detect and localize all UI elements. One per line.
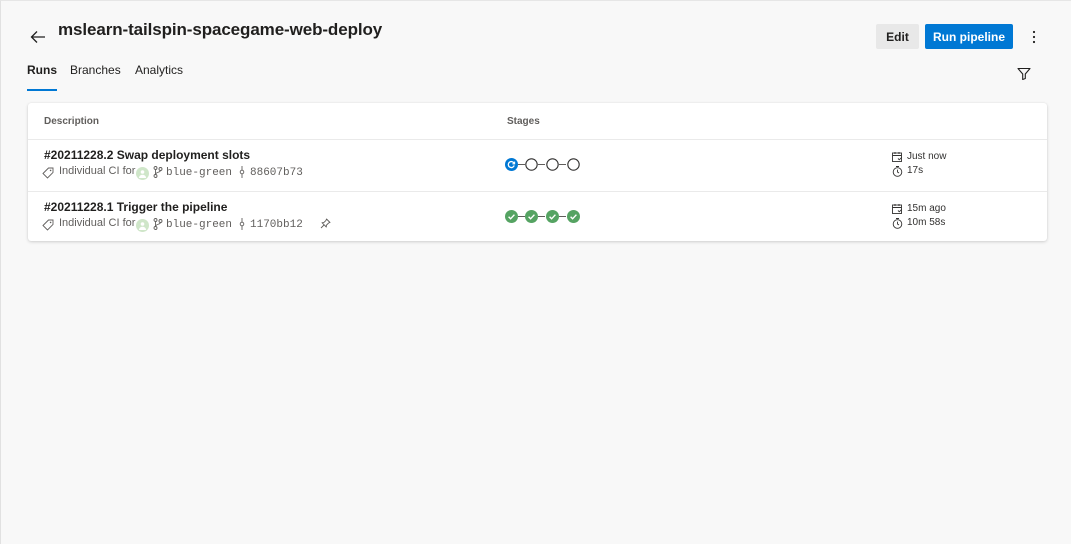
commit-icon [239,218,245,230]
back-button[interactable] [27,26,49,48]
commit-id[interactable]: 88607b73 [250,167,303,179]
page-title: mslearn-tailspin-spacegame-web-deploy [58,20,383,39]
stage-pending-icon[interactable] [525,158,538,171]
filter-button[interactable] [1015,64,1033,82]
queued-time: Just now [907,151,947,162]
branch-icon [153,166,163,178]
stage-succeeded-icon[interactable] [546,210,559,223]
tag-icon [42,219,54,231]
edit-button[interactable]: Edit [876,24,919,49]
stages-indicator[interactable] [505,158,595,172]
run-duration: 17s [907,165,924,176]
user-icon [139,222,146,230]
pin-icon[interactable] [320,218,331,229]
run-timing: Just now 17s [892,150,1042,178]
commit-id[interactable]: 1170bb12 [250,219,303,231]
stage-succeeded-icon[interactable] [567,210,580,223]
stage-connector [559,216,566,217]
run-duration: 10m 58s [907,217,946,228]
branch-icon [153,218,163,230]
stage-connector [518,164,525,165]
commit-icon [239,166,245,178]
clock-icon [892,166,903,177]
clock-icon [892,218,903,229]
stage-connector [538,164,545,165]
runs-table: Description Stages #20211228.2 Swap depl… [28,103,1047,241]
stage-pending-icon[interactable] [546,158,559,171]
stage-connector [559,164,566,165]
trigger-label: Individual CI for [59,165,136,177]
table-row[interactable]: #20211228.1 Trigger the pipeline Individ… [28,192,1047,243]
arrow-left-icon [30,31,45,43]
stage-succeeded-icon[interactable] [505,210,518,223]
tab-branches[interactable]: Branches [70,63,121,91]
avatar [136,219,149,232]
column-header-stages: Stages [507,116,540,127]
run-timing: 15m ago 10m 58s [892,202,1042,230]
stage-connector [538,216,545,217]
run-meta: Individual CI for blue-green 88607b73 [42,164,502,180]
stages-indicator[interactable] [505,210,595,224]
tag-icon [42,167,54,179]
stage-succeeded-icon[interactable] [525,210,538,223]
table-row[interactable]: #20211228.2 Swap deployment slots Indivi… [28,140,1047,191]
stage-running-icon[interactable] [505,158,518,171]
branch-name[interactable]: blue-green [166,167,232,179]
tab-runs[interactable]: Runs [27,63,57,91]
more-options-button[interactable] [1025,26,1043,48]
filter-icon [1017,67,1031,80]
user-icon [139,170,146,178]
run-pipeline-button[interactable]: Run pipeline [925,24,1013,49]
stage-connector [518,216,525,217]
tab-analytics[interactable]: Analytics [135,63,183,91]
stage-pending-icon[interactable] [567,158,580,171]
column-header-description: Description [44,116,100,127]
run-title: #20211228.2 Swap deployment slots [44,148,251,162]
run-meta: Individual CI for blue-green 1170bb12 [42,216,502,232]
calendar-icon [892,152,903,162]
trigger-label: Individual CI for [59,217,136,229]
avatar [136,167,149,180]
branch-name[interactable]: blue-green [166,219,232,231]
run-title: #20211228.1 Trigger the pipeline [44,200,228,214]
more-vertical-icon [1032,30,1036,44]
calendar-icon [892,204,903,214]
queued-time: 15m ago [907,203,946,214]
